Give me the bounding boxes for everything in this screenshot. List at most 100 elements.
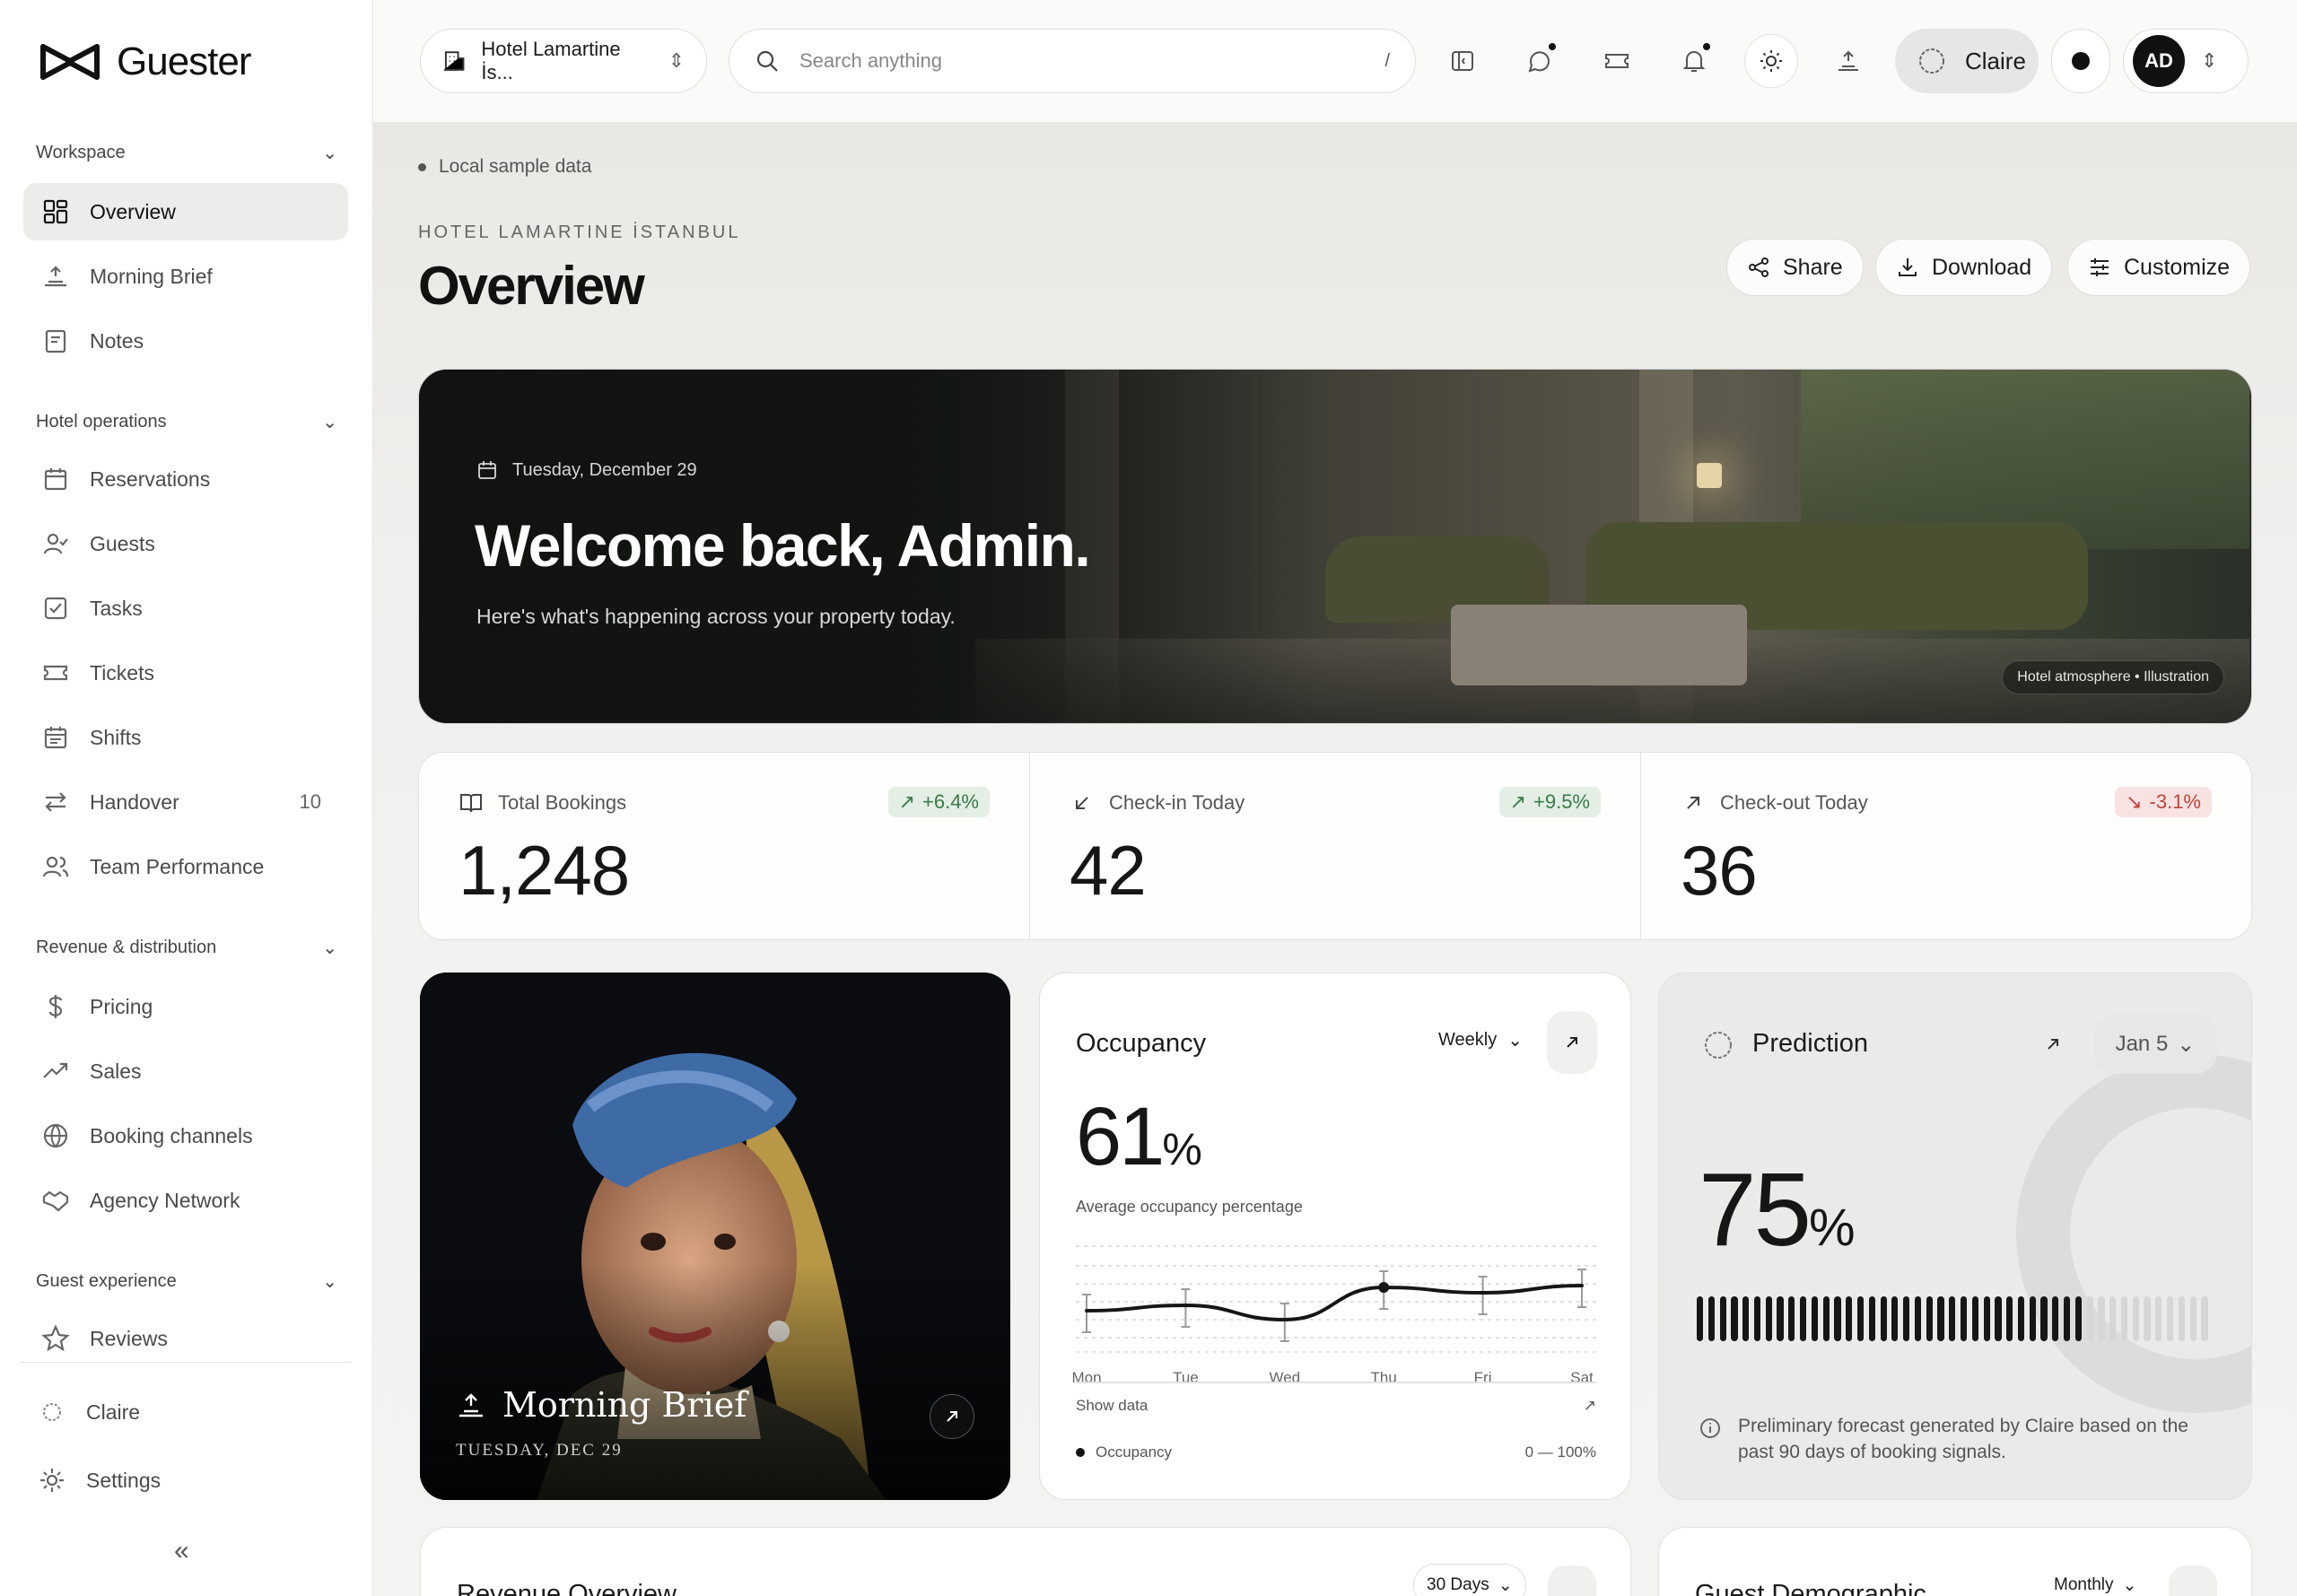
hotel-name: Hotel Lamartine İs... — [481, 38, 621, 83]
chevron-down-icon: ⌄ — [2122, 1575, 2137, 1595]
change-badge: ↘ -3.1% — [2115, 787, 2212, 817]
level-segment — [2155, 1296, 2162, 1341]
chevron-down-icon: ⌄ — [1507, 1031, 1523, 1051]
sidebar-item-booking-channels[interactable]: Booking channels — [23, 1107, 348, 1164]
notice-text: Local sample data — [439, 156, 592, 177]
sidebar-item-shifts[interactable]: Shifts — [23, 709, 348, 766]
calendar-icon — [44, 468, 67, 491]
claire-orb-icon — [1919, 48, 1944, 74]
sidebar-item-settings[interactable]: Settings — [20, 1452, 345, 1509]
sidebar-item-pricing[interactable]: Pricing — [23, 978, 348, 1035]
occupancy-line-chart: Mon Tue Wed Thu Fri Sat — [1071, 1245, 1596, 1386]
brand-logo[interactable]: Guester — [39, 39, 252, 84]
sidebar-item-label: Claire — [86, 1400, 141, 1424]
sidebar-item-reviews[interactable]: Reviews — [23, 1310, 348, 1367]
search-input[interactable]: Search anything / — [729, 29, 1416, 93]
sidebar-item-label: Agency Network — [90, 1188, 240, 1212]
prediction-date-select[interactable]: Jan 5 ⌄ — [2093, 1015, 2217, 1074]
sidebar-item-label: Reservations — [90, 467, 211, 491]
level-segment — [1846, 1296, 1853, 1341]
section-workspace[interactable]: Workspace ⌄ — [36, 142, 337, 164]
claire-assistant-button[interactable]: Claire — [1895, 29, 2039, 93]
sidebar-item-claire[interactable]: Claire — [20, 1383, 345, 1441]
prediction-level-bar — [1697, 1296, 2208, 1341]
show-data-row[interactable]: Show data ↗ — [1076, 1397, 1596, 1415]
legend-range: 0 — 100% — [1524, 1443, 1596, 1461]
notifications-button[interactable] — [1667, 34, 1721, 88]
sidebar-item-agency-network[interactable]: Agency Network — [23, 1172, 348, 1229]
section-title: Hotel operations — [36, 412, 167, 432]
level-segment — [1971, 1296, 1978, 1341]
grid-icon — [43, 199, 68, 224]
tickets-button[interactable] — [1590, 34, 1644, 88]
expand-button[interactable] — [1547, 1011, 1597, 1074]
messages-button[interactable] — [1513, 34, 1567, 88]
sidebar-item-guests[interactable]: Guests — [23, 515, 348, 572]
sidebar-item-morning-brief[interactable]: Morning Brief — [23, 248, 348, 305]
ticket-icon — [1605, 54, 1629, 68]
share-icon — [1749, 257, 1769, 277]
level-segment — [2098, 1296, 2105, 1341]
level-segment — [1983, 1296, 1990, 1341]
page-title: Overview — [418, 256, 645, 316]
change-badge: ↗ +9.5% — [1498, 787, 1601, 817]
period-select[interactable]: Monthly ⌄ — [2041, 1564, 2149, 1596]
light-mode-button[interactable] — [1744, 34, 1798, 88]
prediction-value: 75% — [1699, 1149, 1856, 1269]
stat-check-out-today[interactable]: Check-out Today ↘ -3.1% 36 — [1641, 753, 2251, 939]
change-value: +9.5% — [1533, 790, 1590, 813]
morning-brief-card[interactable]: Morning Brief TUESDAY, DEC 29 — [420, 972, 1010, 1500]
sidebar-item-sales[interactable]: Sales — [23, 1042, 348, 1100]
sidebar-item-reservations[interactable]: Reservations — [23, 450, 348, 508]
sidebar-item-tickets[interactable]: Tickets — [23, 644, 348, 702]
level-segment — [2074, 1296, 2082, 1341]
period-select[interactable]: 30 Days ⌄ — [1413, 1564, 1526, 1596]
sidebar-item-label: Overview — [90, 199, 176, 223]
period-select[interactable]: Weekly ⌄ — [1438, 1029, 1523, 1051]
expand-button[interactable] — [1548, 1565, 1596, 1596]
chart-divider — [1076, 1382, 1596, 1383]
sidebar-item-notes[interactable]: Notes — [23, 312, 348, 370]
level-segment — [1697, 1296, 1704, 1341]
stat-label: Total Bookings — [459, 790, 626, 815]
share-button[interactable]: Share — [1726, 239, 1864, 296]
sidebar-item-handover[interactable]: Handover 10 — [23, 773, 348, 831]
stat-label-text: Check-out Today — [1720, 791, 1868, 814]
level-segment — [1707, 1296, 1715, 1341]
level-segment — [1731, 1296, 1738, 1341]
open-prediction-button[interactable] — [2031, 1022, 2075, 1067]
sidebar-item-label: Notes — [90, 328, 144, 353]
stat-check-in-today[interactable]: Check-in Today ↗ +9.5% 42 — [1030, 753, 1641, 939]
sidebar-item-label: Handover — [90, 789, 179, 814]
hotel-selector[interactable]: Hotel Lamartine İs... ⇕ — [420, 29, 707, 93]
section-hotel-operations[interactable]: Hotel operations ⌄ — [36, 411, 337, 433]
sidebar-item-overview[interactable]: Overview — [23, 183, 348, 240]
show-data-label: Show data — [1076, 1397, 1148, 1414]
expand-button[interactable] — [2169, 1565, 2217, 1596]
collapse-sidebar-button[interactable]: « — [174, 1536, 189, 1566]
sidebar-item-label: Guests — [90, 531, 155, 555]
morning-brief-button[interactable] — [1821, 34, 1875, 88]
panel-left-icon — [1452, 51, 1473, 71]
sunrise-icon — [459, 1393, 483, 1417]
user-menu[interactable]: AD ⇕ — [2123, 29, 2249, 93]
section-guest-experience[interactable]: Guest experience ⌄ — [36, 1270, 337, 1293]
welcome-title: Welcome back, Admin. — [475, 512, 1091, 579]
sidebar-item-tasks[interactable]: Tasks — [23, 580, 348, 637]
x-tick-label: Thu — [1371, 1369, 1397, 1386]
sidebar-item-label: Settings — [86, 1468, 162, 1492]
download-button[interactable]: Download — [1875, 239, 2053, 296]
section-revenue-distribution[interactable]: Revenue & distribution ⌄ — [36, 937, 337, 959]
sidebar-toggle-button[interactable] — [1436, 34, 1489, 88]
sidebar-item-label: Reviews — [90, 1326, 168, 1350]
level-segment — [2040, 1296, 2048, 1341]
sidebar-item-team-performance[interactable]: Team Performance — [23, 838, 348, 895]
open-brief-button[interactable] — [930, 1394, 974, 1439]
globe-icon — [43, 1123, 68, 1148]
chevron-down-icon: ⌄ — [322, 1272, 337, 1292]
dark-mode-toggle[interactable] — [2051, 29, 2110, 93]
customize-button[interactable]: Customize — [2067, 239, 2251, 296]
stat-total-bookings[interactable]: Total Bookings ↗ +6.4% 1,248 — [419, 753, 1030, 939]
prediction-note-text: Preliminary forecast generated by Claire… — [1738, 1416, 2188, 1463]
period-value: Weekly — [1438, 1030, 1498, 1050]
